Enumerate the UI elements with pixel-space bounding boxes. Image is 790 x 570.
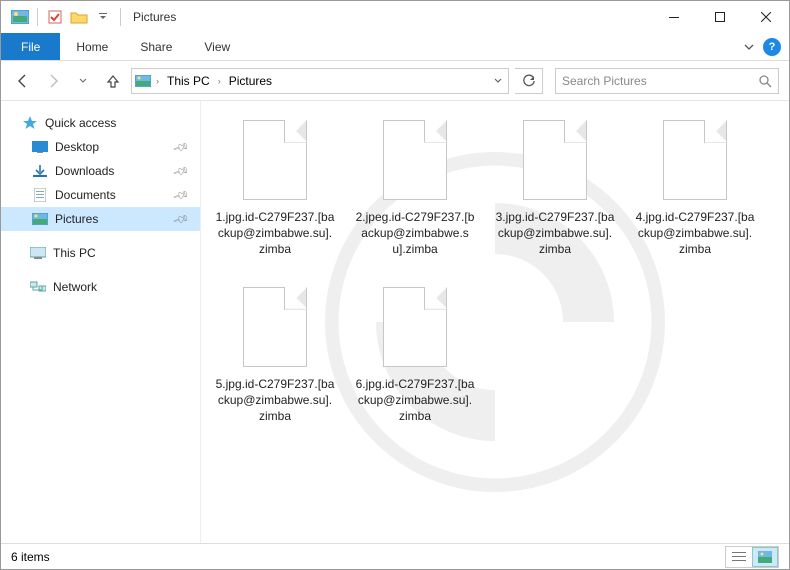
status-bar: 6 items: [1, 543, 789, 569]
new-folder-icon[interactable]: [68, 6, 90, 28]
pin-icon[interactable]: 📌︎: [172, 162, 191, 180]
network-icon: [29, 279, 47, 295]
file-icon: [236, 282, 314, 372]
main-area: Quick access Desktop 📌︎ Downloads 📌︎ Doc…: [1, 101, 789, 543]
file-name: 6.jpg.id-C279F237.[backup@zimbabwe.su].z…: [355, 376, 475, 425]
sidebar-item-desktop[interactable]: Desktop 📌︎: [1, 135, 200, 159]
up-button[interactable]: [101, 69, 125, 93]
search-icon[interactable]: [758, 74, 772, 88]
file-item[interactable]: 2.jpeg.id-C279F237.[backup@zimbabwe.su].…: [355, 115, 475, 258]
sidebar-item-network[interactable]: Network: [1, 275, 200, 299]
file-name: 5.jpg.id-C279F237.[backup@zimbabwe.su].z…: [215, 376, 335, 425]
sidebar-item-documents[interactable]: Documents 📌︎: [1, 183, 200, 207]
file-name: 3.jpg.id-C279F237.[backup@zimbabwe.su].z…: [495, 209, 615, 258]
location-icon[interactable]: [132, 75, 154, 87]
titlebar: Pictures: [1, 1, 789, 33]
desktop-icon: [31, 139, 49, 155]
help-icon[interactable]: ?: [763, 38, 781, 56]
qat-dropdown-icon[interactable]: [92, 6, 114, 28]
back-button[interactable]: [11, 69, 35, 93]
pin-icon[interactable]: 📌︎: [172, 186, 191, 204]
file-item[interactable]: 5.jpg.id-C279F237.[backup@zimbabwe.su].z…: [215, 282, 335, 425]
file-icon: [516, 115, 594, 205]
pictures-icon: [31, 211, 49, 227]
forward-button[interactable]: [41, 69, 65, 93]
file-item[interactable]: 1.jpg.id-C279F237.[backup@zimbabwe.su].z…: [215, 115, 335, 258]
maximize-button[interactable]: [697, 1, 743, 33]
file-item[interactable]: 3.jpg.id-C279F237.[backup@zimbabwe.su].z…: [495, 115, 615, 258]
crumb-this-pc[interactable]: This PC: [161, 69, 216, 93]
chevron-right-icon[interactable]: ›: [216, 76, 223, 86]
window-controls: [651, 1, 789, 33]
breadcrumb[interactable]: › This PC › Pictures: [131, 68, 509, 94]
search-input[interactable]: Search Pictures: [555, 68, 779, 94]
file-item[interactable]: 6.jpg.id-C279F237.[backup@zimbabwe.su].z…: [355, 282, 475, 425]
app-icon: [9, 6, 31, 28]
item-count: 6 items: [11, 550, 50, 564]
address-dropdown-icon[interactable]: [486, 69, 508, 93]
file-name: 1.jpg.id-C279F237.[backup@zimbabwe.su].z…: [215, 209, 335, 258]
file-icon: [376, 282, 454, 372]
this-pc-icon: [29, 245, 47, 261]
file-list[interactable]: 1.jpg.id-C279F237.[backup@zimbabwe.su].z…: [201, 101, 789, 543]
tab-view[interactable]: View: [188, 33, 246, 60]
file-icon: [236, 115, 314, 205]
downloads-icon: [31, 163, 49, 179]
tab-home[interactable]: Home: [60, 33, 124, 60]
pin-icon[interactable]: 📌︎: [172, 138, 191, 156]
nav-toolbar: › This PC › Pictures Search Pictures: [1, 61, 789, 101]
minimize-button[interactable]: [651, 1, 697, 33]
sidebar-item-this-pc[interactable]: This PC: [1, 241, 200, 265]
quick-access-icon: [21, 115, 39, 131]
file-icon: [656, 115, 734, 205]
refresh-button[interactable]: [515, 68, 543, 94]
close-button[interactable]: [743, 1, 789, 33]
sidebar-item-pictures[interactable]: Pictures 📌︎: [1, 207, 200, 231]
thumbnails-view-button[interactable]: [752, 547, 778, 567]
file-item[interactable]: 4.jpg.id-C279F237.[backup@zimbabwe.su].z…: [635, 115, 755, 258]
file-name: 4.jpg.id-C279F237.[backup@zimbabwe.su].z…: [635, 209, 755, 258]
ribbon: File Home Share View ?: [1, 33, 789, 61]
nav-pane: Quick access Desktop 📌︎ Downloads 📌︎ Doc…: [1, 101, 201, 543]
view-toggle: [725, 546, 779, 568]
quick-access-header[interactable]: Quick access: [1, 111, 200, 135]
file-name: 2.jpeg.id-C279F237.[backup@zimbabwe.su].…: [355, 209, 475, 258]
pin-icon[interactable]: 📌︎: [172, 210, 191, 228]
properties-icon[interactable]: [44, 6, 66, 28]
separator: [120, 8, 121, 26]
details-view-button[interactable]: [726, 547, 752, 567]
quick-access-toolbar: [9, 6, 125, 28]
tab-share[interactable]: Share: [124, 33, 188, 60]
chevron-right-icon[interactable]: ›: [154, 76, 161, 86]
file-tab[interactable]: File: [1, 33, 60, 60]
crumb-pictures[interactable]: Pictures: [223, 69, 278, 93]
window-title: Pictures: [133, 10, 176, 24]
separator: [37, 8, 38, 26]
sidebar-item-downloads[interactable]: Downloads 📌︎: [1, 159, 200, 183]
documents-icon: [31, 187, 49, 203]
file-icon: [376, 115, 454, 205]
recent-dropdown-icon[interactable]: [71, 69, 95, 93]
search-placeholder: Search Pictures: [562, 74, 758, 88]
ribbon-expand-icon[interactable]: [739, 37, 759, 57]
